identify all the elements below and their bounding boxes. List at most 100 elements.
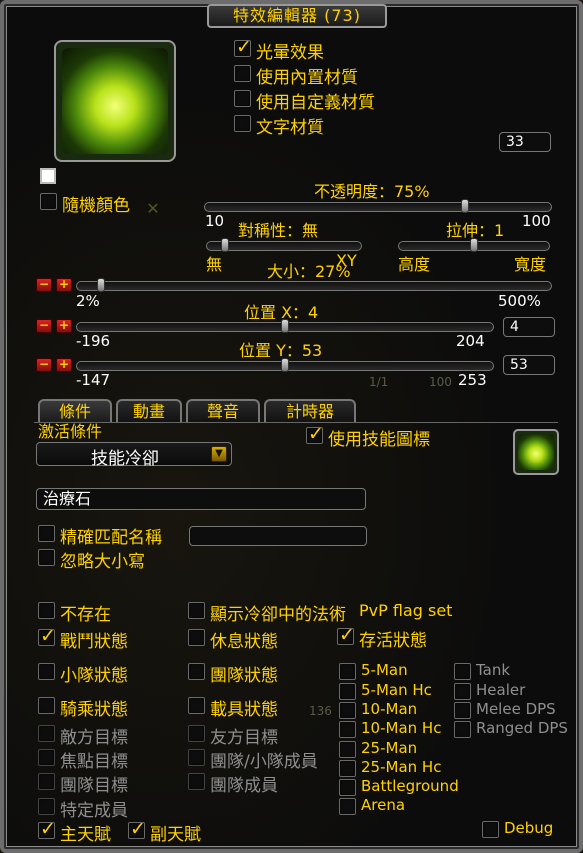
top-check-option-2[interactable]: 使用自定義材質 [234,88,404,113]
top-check-checkbox-1[interactable] [234,65,251,82]
skill-icon-preview[interactable] [513,429,559,475]
instance-option-5[interactable]: 25-Man Hc [339,758,469,778]
effect-preview[interactable] [54,40,176,162]
condition-b-checkbox-3[interactable] [188,697,205,714]
stretch-slider[interactable] [398,238,550,252]
condition-b-option-0[interactable]: 顯示冷卻中的法術 [188,600,363,625]
top-check-checkbox-3[interactable] [234,115,251,132]
pos-y-plus-button[interactable]: + [56,358,72,372]
activation-dropdown[interactable]: 技能冷卻 ▼ [36,442,232,469]
size-slider-thumb[interactable] [96,278,105,292]
role-option-1[interactable]: Healer [454,681,579,701]
instance-option-1[interactable]: 5-Man Hc [339,681,469,701]
stretch-slider-thumb[interactable] [470,238,478,252]
condition-a-option-3[interactable]: 騎乘狀態 [38,695,178,720]
role-option-3[interactable]: Ranged DPS [454,719,579,739]
condition-a-option-7[interactable]: 特定成員 [38,796,178,821]
alive-checkbox[interactable]: ✓ [337,624,355,646]
condition-b-option-2[interactable]: 團隊狀態 [188,661,363,686]
condition-b-option-3[interactable]: 載具狀態 [188,695,363,720]
tab-3[interactable]: 計時器 [264,399,356,423]
condition-a-checkbox-0[interactable] [38,602,55,619]
condition-a-checkbox-3[interactable] [38,697,55,714]
role-checkbox-2[interactable] [454,702,471,719]
color-swatch[interactable] [40,168,56,184]
instance-option-3[interactable]: 10-Man Hc [339,719,469,739]
condition-b-checkbox-5[interactable] [188,749,205,766]
condition-a-option-1[interactable]: ✓ 戰鬥狀態 [38,625,178,652]
window-title[interactable]: 特效編輯器 (73) [207,4,387,28]
size-slider[interactable] [76,278,552,292]
exact-match-option[interactable]: 精確匹配名稱 [38,523,188,548]
condition-a-option-6[interactable]: 團隊目標 [38,771,178,796]
exact-match-input[interactable] [189,526,367,546]
tab-1[interactable]: 動畫 [116,399,182,423]
condition-b-checkbox-2[interactable] [188,663,205,680]
top-check-checkbox-0[interactable]: ✓ [234,36,252,58]
debug-checkbox[interactable] [482,821,499,838]
condition-a-option-2[interactable]: 小隊狀態 [38,661,178,686]
condition-b-checkbox-1[interactable] [188,629,205,646]
top-check-option-3[interactable]: 文字材質 [234,113,404,138]
pos-y-slider[interactable] [76,358,494,372]
condition-a-checkbox-7[interactable] [38,798,55,815]
condition-a-checkbox-2[interactable] [38,663,55,680]
pos-x-input[interactable]: 4 [503,317,555,337]
role-option-2[interactable]: Melee DPS [454,700,579,720]
top-check-option-0[interactable]: ✓ 光暈效果 [234,36,404,63]
pos-y-input[interactable]: 53 [503,355,555,375]
pos-x-slider[interactable] [76,319,494,333]
condition-a-option-5[interactable]: 焦點目標 [38,747,178,772]
debug-option[interactable]: Debug [482,819,562,839]
condition-a-checkbox-1[interactable]: ✓ [38,625,56,647]
pos-x-plus-button[interactable]: + [56,319,72,333]
instance-checkbox-4[interactable] [339,741,356,758]
top-check-checkbox-2[interactable] [234,90,251,107]
instance-checkbox-1[interactable] [339,683,356,700]
condition-a-option-4[interactable]: 敵方目標 [38,723,178,748]
instance-option-7[interactable]: Arena [339,796,469,816]
symmetry-slider-thumb[interactable] [221,238,230,252]
instance-checkbox-0[interactable] [339,663,356,680]
condition-b-checkbox-6[interactable] [188,773,205,790]
symmetry-slider[interactable] [206,238,362,252]
use-skill-icon-option[interactable]: ✓ 使用技能圖標 [306,423,466,450]
opacity-slider[interactable] [204,199,552,213]
tab-2[interactable]: 聲音 [186,399,260,423]
size-plus-button[interactable]: + [56,278,72,292]
dropdown-arrow-icon[interactable]: ▼ [211,446,227,462]
exact-match-checkbox[interactable] [38,525,55,542]
ignore-case-option[interactable]: 忽略大小寫 [38,547,188,572]
condition-b-option-6[interactable]: 團隊成員 [188,771,363,796]
instance-checkbox-6[interactable] [339,779,356,796]
role-option-0[interactable]: Tank [454,661,579,681]
condition-b-checkbox-7[interactable]: ✓ [128,818,146,840]
ignore-case-checkbox[interactable] [38,549,55,566]
instance-option-4[interactable]: 25-Man [339,739,469,759]
size-minus-button[interactable]: − [36,278,52,292]
condition-a-checkbox-5[interactable] [38,749,55,766]
role-checkbox-1[interactable] [454,683,471,700]
pos-y-minus-button[interactable]: − [36,358,52,372]
random-color-checkbox[interactable] [40,193,57,210]
alive-option[interactable]: ✓ 存活狀態 [337,624,457,651]
pos-y-slider-thumb[interactable] [281,358,289,372]
condition-b-option-5[interactable]: 團隊/小隊成員 [188,747,363,772]
condition-b-option-7[interactable]: ✓ 副天賦 [128,818,303,845]
instance-checkbox-5[interactable] [339,760,356,777]
condition-b-checkbox-4[interactable] [188,725,205,742]
pos-x-minus-button[interactable]: − [36,319,52,333]
condition-b-option-4[interactable]: 友方目標 [188,723,363,748]
pos-x-slider-thumb[interactable] [281,319,289,333]
instance-checkbox-2[interactable] [339,702,356,719]
instance-checkbox-7[interactable] [339,798,356,815]
opacity-slider-thumb[interactable] [460,199,469,213]
instance-option-0[interactable]: 5-Man [339,661,469,681]
role-checkbox-0[interactable] [454,663,471,680]
spell-name-input[interactable]: 治療石 [36,488,366,510]
condition-a-option-0[interactable]: 不存在 [38,600,178,625]
role-checkbox-3[interactable] [454,721,471,738]
condition-a-checkbox-4[interactable] [38,725,55,742]
condition-b-checkbox-0[interactable] [188,602,205,619]
instance-option-6[interactable]: Battleground [339,777,469,797]
